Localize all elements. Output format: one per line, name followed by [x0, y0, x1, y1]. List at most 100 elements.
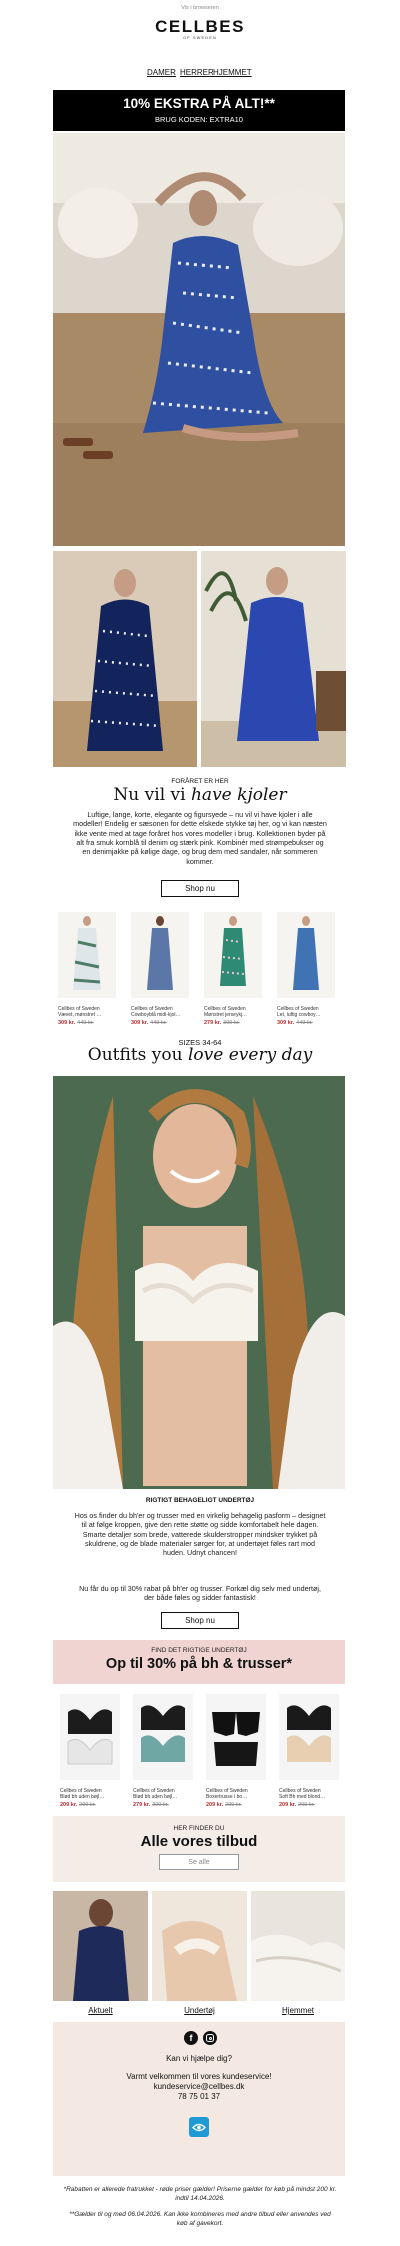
offer-box[interactable]: FIND DET RIGTIGE UNDERTØJ Op til 30% på …	[53, 1640, 345, 1684]
product-price: 209 kr. 299 kr.	[279, 1802, 339, 1808]
price-old: 299 kr.	[79, 1801, 96, 1808]
category-tile-hjemmet[interactable]	[251, 1891, 345, 2001]
product-card[interactable]: Cellbes of Sweden Vævet, mønstret … 309 …	[58, 912, 116, 1030]
outfits-headline-italic: love every day	[187, 1045, 313, 1065]
category-tile-undertoj[interactable]	[152, 1891, 247, 2001]
product-name: Vævet, mønstret …	[58, 1012, 102, 1019]
eye-app-icon[interactable]	[189, 2117, 209, 2137]
category-link-hjemmet[interactable]: Hjemmet	[251, 2006, 345, 2015]
product-card[interactable]: Cellbes of Sweden Blød bh uden bøjl… 209…	[60, 1694, 120, 1812]
brand-logo[interactable]: CELLBES	[0, 17, 400, 37]
dresses-shop-button[interactable]: Shop nu	[161, 880, 239, 897]
price-old: 449 kr.	[296, 1019, 313, 1026]
facebook-icon[interactable]: f	[184, 2031, 198, 2045]
category-tile-aktuelt[interactable]	[53, 1891, 148, 2001]
price-current: 209 kr.	[60, 1801, 78, 1808]
lingerie-hero-image[interactable]	[53, 1076, 345, 1489]
product-price: 309 kr. 449 kr.	[277, 1020, 335, 1026]
category-image-hjemmet	[251, 1891, 345, 2001]
product-card[interactable]: Cellbes of Sweden Let, luftig cowboy… 30…	[277, 912, 335, 1030]
product-image	[60, 1694, 120, 1780]
price-old: 399 kr.	[152, 1801, 169, 1808]
eye-icon	[192, 2123, 206, 2131]
product-card[interactable]: Cellbes of Sweden Mønstret jerseykj… 279…	[204, 912, 262, 1030]
category-link-undertoj[interactable]: Undertøj	[152, 2006, 247, 2015]
product-card[interactable]: Cellbes of Sweden Soft Bh med blond… 209…	[279, 1694, 339, 1812]
dresses-headline-plain: Nu vil vi	[113, 785, 191, 805]
promo-banner[interactable]: 10% EKSTRA PÅ ALT!** BRUG KODEN: EXTRA10	[53, 90, 345, 131]
footnote-2: **Gælder til og med 06.04.2026. Kan ikke…	[69, 2211, 331, 2227]
outfits-headline-plain: Outfits you	[87, 1045, 188, 1065]
product-name: Let, luftig cowboy…	[277, 1012, 321, 1019]
nav-herrer[interactable]: HERRER	[180, 68, 214, 77]
nav-hjemmet[interactable]: HJEMMET	[213, 68, 252, 77]
product-price: 309 kr. 449 kr.	[58, 1020, 116, 1026]
underwear-body-1: Hos os finder du bh'er og trusser med en…	[74, 1511, 326, 1558]
footnote-1: *Rabatten er allerede fratrukket - røde …	[63, 2186, 337, 2202]
dress-photo-right-image	[201, 551, 346, 767]
all-offers-kicker: HER FINDER DU	[173, 1825, 225, 1832]
dress-photo-left-image	[53, 551, 197, 767]
category-image-aktuelt	[53, 1891, 148, 2001]
view-in-browser-link[interactable]: Vis i browseren	[0, 5, 400, 11]
price-current: 279 kr.	[204, 1019, 222, 1026]
promo-code: BRUG KODEN: EXTRA10	[155, 115, 243, 124]
product-image	[133, 1694, 193, 1780]
product-image	[206, 1694, 266, 1780]
product-price: 279 kr. 399 kr.	[133, 1802, 193, 1808]
price-current: 279 kr.	[133, 1801, 151, 1808]
price-old: 299 kr.	[225, 1801, 242, 1808]
footer: f Kan vi hjælpe dig? Varmt velkommen til…	[53, 2022, 345, 2176]
dresses-headline-italic: have kjoler	[190, 785, 287, 805]
price-old: 449 kr.	[150, 1019, 167, 1026]
price-old: 449 kr.	[77, 1019, 94, 1026]
product-name: Cowboyblå midi-kjol…	[131, 1012, 181, 1019]
price-current: 209 kr.	[206, 1801, 224, 1808]
product-card[interactable]: Cellbes of Sweden Cowboyblå midi-kjol… 3…	[131, 912, 189, 1030]
footer-email[interactable]: kundeservice@cellbes.dk	[53, 2082, 345, 2091]
price-current: 209 kr.	[279, 1801, 297, 1808]
product-price: 209 kr. 299 kr.	[206, 1802, 266, 1808]
product-name: Mønstret jerseykj…	[204, 1012, 248, 1019]
offer-kicker: FIND DET RIGTIGE UNDERTØJ	[151, 1647, 247, 1654]
brand-logo-sub: OF SWEDEN	[183, 36, 217, 40]
product-price: 209 kr. 299 kr.	[60, 1802, 120, 1808]
dresses-kicker: FORÅRET ER HER	[171, 778, 229, 785]
footer-help: Kan vi hjælpe dig?	[166, 2054, 232, 2063]
product-name: Blød bh uden bøjl…	[60, 1794, 105, 1801]
instagram-icon-lens	[208, 2036, 212, 2040]
offer-title: Op til 30% på bh & trusser*	[105, 1656, 293, 1672]
product-card[interactable]: Cellbes of Sweden Blød bh uden bøjl… 279…	[133, 1694, 193, 1812]
dress-photo-right[interactable]	[201, 551, 346, 767]
lingerie-photo-woman	[53, 1076, 345, 1489]
underwear-shop-button[interactable]: Shop nu	[161, 1612, 239, 1629]
nav-damer[interactable]: DAMER	[147, 68, 176, 77]
promo-title: 10% EKSTRA PÅ ALT!**	[123, 96, 275, 111]
all-offers-title: Alle vores tilbud	[140, 1833, 258, 1850]
underwear-body-2: Nu får du op til 30% rabat på bh'er og t…	[79, 1584, 321, 1603]
underwear-kicker: RIGTIGT BEHAGELIGT UNDERTØJ	[145, 1497, 255, 1504]
product-price: 279 kr. 399 kr.	[204, 1020, 262, 1026]
dresses-headline: Nu vil vi have kjoler	[0, 785, 400, 805]
price-old: 399 kr.	[223, 1019, 240, 1026]
see-all-button[interactable]: Se alle	[159, 1854, 239, 1870]
price-current: 309 kr.	[131, 1019, 149, 1026]
email-page: Vis i browseren CELLBES OF SWEDEN DAMER …	[0, 0, 400, 2246]
product-name: Soft Bh med blond…	[279, 1794, 326, 1801]
product-price: 309 kr. 449 kr.	[131, 1020, 189, 1026]
instagram-icon-frame	[206, 2034, 214, 2042]
product-image	[58, 912, 116, 998]
product-card[interactable]: Cellbes of Sweden Boxertrusse i bo… 209 …	[206, 1694, 266, 1812]
all-offers-box: HER FINDER DU Alle vores tilbud Se alle	[53, 1816, 345, 1882]
footer-welcome: Varmt velkommen til vores kundeservice!	[126, 2072, 272, 2081]
product-name: Blød bh uden bøjl…	[133, 1794, 178, 1801]
instagram-icon[interactable]	[203, 2031, 217, 2045]
price-old: 299 kr.	[298, 1801, 315, 1808]
product-image	[279, 1694, 339, 1780]
price-current: 309 kr.	[58, 1019, 76, 1026]
dress-photo-left[interactable]	[53, 551, 197, 767]
category-link-aktuelt[interactable]: Aktuelt	[53, 2006, 148, 2015]
footer-phone[interactable]: 78 75 01 37	[53, 2092, 345, 2101]
price-current: 309 kr.	[277, 1019, 295, 1026]
hero-image[interactable]	[53, 133, 345, 546]
